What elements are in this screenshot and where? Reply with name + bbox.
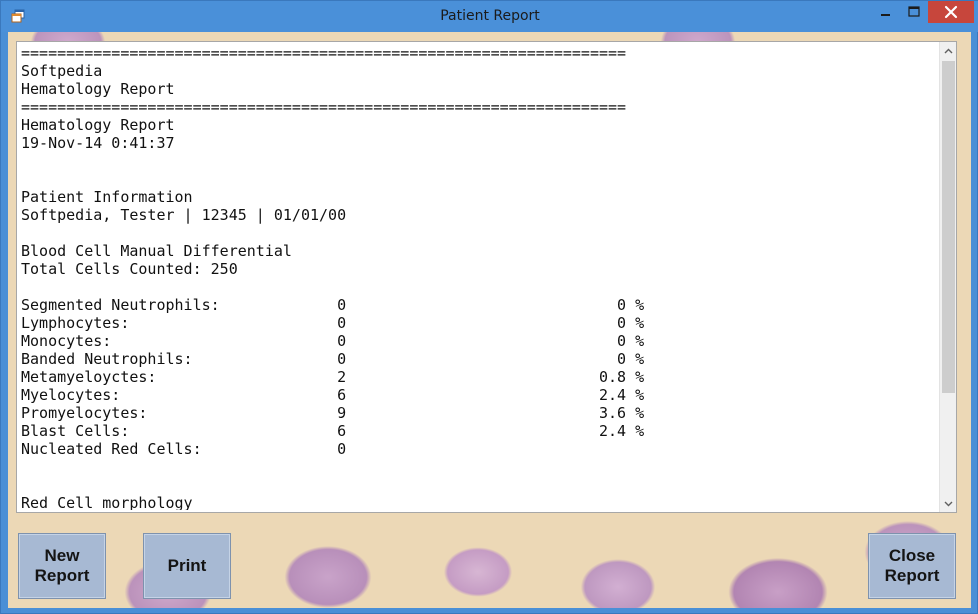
- print-button[interactable]: Print: [143, 533, 231, 599]
- report-line: Red Cell morphology: [21, 494, 193, 510]
- report-line: Softpedia: [21, 62, 103, 80]
- report-line: Segmented Neutrophils: 0 0 %: [21, 296, 645, 314]
- patient-report-window: Patient Report =========================…: [0, 0, 978, 614]
- report-content[interactable]: ========================================…: [21, 44, 939, 510]
- close-button[interactable]: [928, 1, 974, 23]
- vertical-scrollbar[interactable]: [939, 42, 956, 512]
- report-line: Hematology Report: [21, 80, 175, 98]
- report-line: Banded Neutrophils: 0 0 %: [21, 350, 645, 368]
- close-report-button[interactable]: Close Report: [868, 533, 956, 599]
- new-report-button[interactable]: New Report: [18, 533, 106, 599]
- report-textbox[interactable]: ========================================…: [16, 41, 957, 513]
- maximize-icon: [908, 6, 920, 17]
- scroll-up-button[interactable]: [940, 42, 956, 59]
- minimize-button[interactable]: [872, 1, 900, 23]
- report-line: [21, 476, 939, 494]
- report-line: ========================================…: [21, 98, 627, 116]
- report-line: Myelocytes: 6 2.4 %: [21, 386, 645, 404]
- report-line: [21, 278, 939, 296]
- report-line: Lymphocytes: 0 0 %: [21, 314, 645, 332]
- report-line: Total Cells Counted: 250: [21, 260, 238, 278]
- report-line: [21, 152, 939, 170]
- chevron-up-icon: [944, 48, 953, 53]
- minimize-icon: [881, 14, 890, 16]
- chevron-down-icon: [944, 501, 953, 506]
- report-line: Blood Cell Manual Differential: [21, 242, 292, 260]
- close-icon: [944, 5, 958, 19]
- client-area: ========================================…: [8, 32, 971, 608]
- report-line: [21, 224, 939, 242]
- title-bar[interactable]: Patient Report: [1, 1, 978, 32]
- scrollbar-thumb[interactable]: [942, 61, 955, 393]
- report-line: Patient Information: [21, 188, 193, 206]
- report-line: Promyelocytes: 9 3.6 %: [21, 404, 645, 422]
- report-line: Monocytes: 0 0 %: [21, 332, 645, 350]
- report-line: Nucleated Red Cells: 0: [21, 440, 347, 458]
- report-line: 19-Nov-14 0:41:37: [21, 134, 175, 152]
- report-line: Blast Cells: 6 2.4 %: [21, 422, 645, 440]
- maximize-button[interactable]: [900, 1, 928, 23]
- report-line: Hematology Report: [21, 116, 175, 134]
- report-line: [21, 170, 939, 188]
- scroll-down-button[interactable]: [940, 495, 956, 512]
- report-line: [21, 458, 939, 476]
- report-line: ========================================…: [21, 44, 627, 62]
- window-title: Patient Report: [440, 8, 540, 24]
- report-line: Softpedia, Tester | 12345 | 01/01/00: [21, 206, 347, 224]
- report-line: Metamyeloyctes: 2 0.8 %: [21, 368, 645, 386]
